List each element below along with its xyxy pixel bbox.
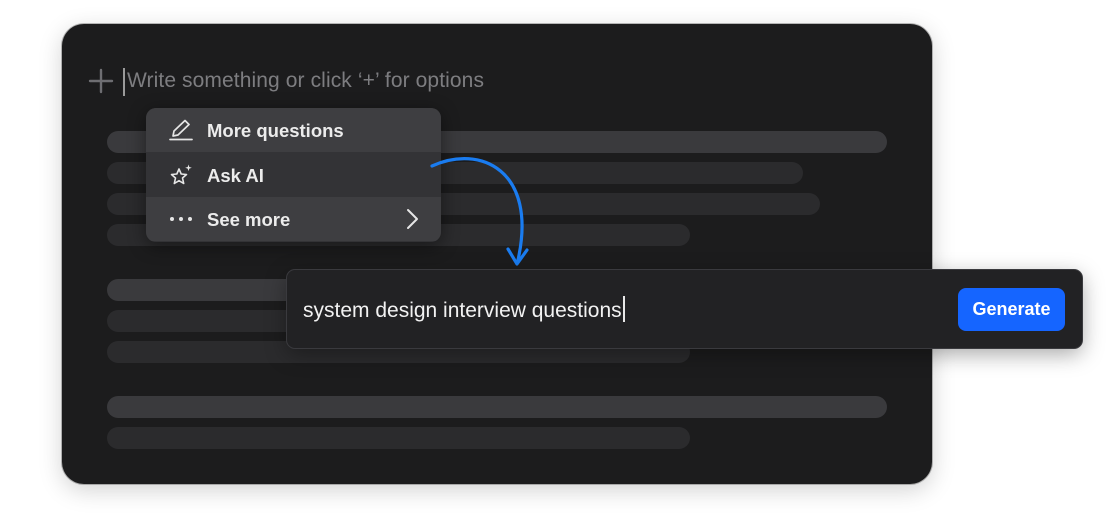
menu-item-see-more[interactable]: See more bbox=[146, 197, 441, 241]
editor-placeholder[interactable]: Write something or click ‘+’ for options bbox=[127, 69, 484, 93]
pencil-icon bbox=[169, 119, 193, 141]
skeleton-line bbox=[107, 396, 887, 418]
curved-arrow-icon bbox=[430, 157, 529, 266]
menu-item-label: See more bbox=[207, 209, 291, 230]
menu-item-label: More questions bbox=[207, 120, 344, 141]
prompt-input-value: system design interview questions bbox=[303, 299, 622, 322]
options-menu: More questions Ask AI See more bbox=[146, 108, 441, 242]
menu-item-more-questions[interactable]: More questions bbox=[146, 108, 441, 152]
chevron-right-icon bbox=[407, 209, 418, 229]
skeleton-line bbox=[107, 427, 690, 449]
ai-prompt-box: system design interview questions Genera… bbox=[287, 270, 1082, 348]
prompt-input[interactable]: system design interview questions bbox=[303, 296, 625, 323]
generate-button[interactable]: Generate bbox=[958, 288, 1065, 331]
plus-icon[interactable] bbox=[88, 68, 114, 94]
more-dots-icon bbox=[170, 217, 192, 221]
sparkle-star-icon bbox=[170, 164, 192, 185]
text-caret bbox=[123, 68, 125, 96]
text-caret bbox=[622, 296, 625, 322]
menu-item-ask-ai[interactable]: Ask AI bbox=[146, 153, 441, 197]
menu-item-label: Ask AI bbox=[207, 165, 264, 186]
